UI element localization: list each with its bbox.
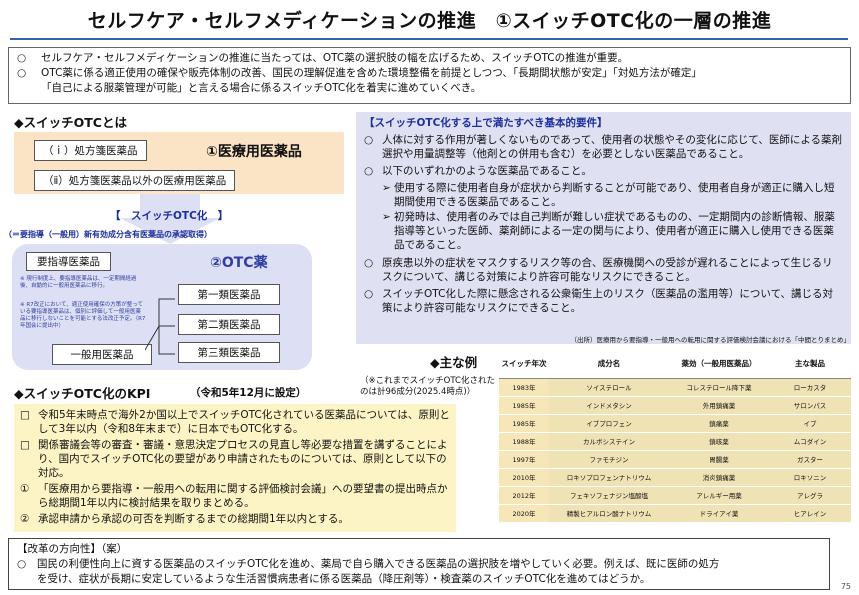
class-3-pill: 第三類医薬品	[178, 342, 280, 363]
class-bracket	[145, 298, 175, 355]
reform-heading: 【改革の方向性】（案）	[17, 543, 128, 555]
guidance-drug-pill: 要指導医薬品	[26, 252, 111, 271]
table-row: 2012年 フェキソフェナジン塩酸塩 アレルギー用薬 アレグラ	[499, 486, 851, 505]
examples-table: スイッチ年次 成分名 薬効（一般用医薬品） 主な製品 1983年 ソイステロールコ…	[499, 350, 851, 523]
table-row: 1988年 カルボシステイン 鎮咳薬 ムコダイン	[499, 432, 851, 451]
title-divider	[10, 38, 848, 40]
col-year: スイッチ年次	[499, 350, 549, 379]
col-ingredient: 成分名	[549, 350, 669, 379]
requirement-1: 人体に対する作用が著しくないものであって、使用者の状態やその変化に応じて、医師に…	[382, 134, 843, 160]
col-product: 主な製品	[769, 350, 851, 379]
switch-otc-arrow-label: 【 スイッチOTC化 】	[110, 210, 229, 222]
page-number: 75	[840, 582, 851, 591]
class-1-pill: 第一類医薬品	[178, 284, 280, 305]
table-row: 1997年 ファモチジン 胃腸薬 ガスター	[499, 450, 851, 469]
kpi-panel: □ 令和5年末時点で海外2か国以上でスイッチOTC化されている医薬品については、原…	[14, 404, 456, 532]
table-row: 2020年 精製ヒアルロン酸ナトリウム ドライアイ薬 ヒアレイン	[499, 504, 851, 523]
table-row: 2010年 ロキソプロフェンナトリウム 消炎鎮痛薬 ロキソニン	[499, 468, 851, 487]
examples-note: （※これまでスイッチOTC化されたのは計96成分(2025.4時点)）	[360, 376, 495, 397]
note-1: ※ 現行制度上、要指導医薬品は、一定期間経過後、自動的に一般用医薬品に移行。	[20, 276, 137, 289]
otc-general-pill: 一般用医薬品	[52, 344, 152, 365]
requirement-2b: 初発時は、使用者のみでは自己判断が難しい症状であるものの、一定期間内の診断情報、…	[394, 211, 835, 251]
requirements-heading: 【スイッチOTC化する上で満たすべき基本的要件】	[364, 117, 608, 129]
requirement-4: スイッチOTC化した際に懸念される公衆衛生上のリスク（医薬品の濫用等）について、…	[382, 288, 834, 314]
requirement-3: 原疾患以外の症状をマスクするリスク等の合、医療機関への受診が遅れることによって生…	[382, 257, 833, 283]
table-row: 1983年 ソイステロール コレステロール降下薬 ローカスタ	[499, 378, 851, 397]
otc-drug-label: ②OTC薬	[210, 255, 268, 271]
kpi-heading-note: （令和5年12月に設定）	[190, 387, 307, 399]
requirements-panel: 【スイッチOTC化する上で満たすべき基本的要件】 ○ 人体に対する作用が著しくない…	[356, 112, 851, 344]
intro-line-2b: 「自己による服薬管理が可能」と言える場合に係るスイッチOTC化を着実に進めていく…	[41, 82, 482, 94]
kpi-2: 関係審議会等の審査・審議・意思決定プロセスの見直し等必要な措置を講ずることにより…	[38, 439, 448, 479]
rx-drug-pill: （ｉ）処方箋医薬品	[34, 140, 147, 161]
examples-heading: ◆主な例	[430, 355, 478, 370]
switch-otc-heading: ◆スイッチOTCとは	[14, 115, 127, 130]
non-rx-drug-pill: （ⅱ）処方箋医薬品以外の医療用医薬品	[34, 170, 236, 191]
source-note: （出所）医療用から要指導・一般用への転用に関する評価検討会議における「中間とりま…	[570, 336, 851, 344]
bullet-mark: ○	[17, 52, 27, 64]
reform-line-2: を受け、症状が長期に安定しているような生活習慣病患者に係る医薬品（降圧剤等）・検…	[37, 573, 651, 585]
col-efficacy: 薬効（一般用医薬品）	[669, 350, 769, 379]
intro-line-2a: OTC薬に係る適正使用の確保や販売体制の改善、国民の理解促進を含めた環境整備を前…	[41, 67, 702, 79]
requirement-2: 以下のいずれかのような医薬品であること。	[382, 165, 592, 177]
reform-line-1: 国民の利便性向上に資する医薬品のスイッチOTC化を進め、薬局で自ら購入できる医薬…	[37, 558, 720, 570]
requirement-2a: 使用する際に使用者自身が症状から判断することが可能であり、使用者自身が適正に購入…	[394, 182, 835, 208]
table-row: 1985年 イブプロフェン 鎮痛薬 イブ	[499, 414, 851, 433]
intro-line-1: セルフケア・セルフメディケーションの推進に当たっては、OTC薬の選択肢の幅を広げ…	[41, 52, 629, 64]
table-row: 1985年 インドメタシン 外用鎮痛薬 サロンパス	[499, 396, 851, 415]
bullet-mark: ○	[17, 67, 27, 79]
bullet-mark: ○	[17, 558, 27, 570]
kpi-heading: ◆スイッチOTC化のKPI	[14, 386, 151, 401]
intro-box: ○ セルフケア・セルフメディケーションの推進に当たっては、OTC薬の選択肢の幅を広…	[8, 47, 851, 104]
switch-otc-arrow-sub: （＝要指導（一般用）新有効成分含有医薬品の承認取得）	[4, 230, 212, 239]
kpi-4: 承認申請から承認の可否を判断するまでの総期間1年以内とする。	[38, 513, 349, 525]
class-2-pill: 第二類医薬品	[178, 314, 280, 335]
medical-drug-panel: （ｉ）処方箋医薬品 （ⅱ）処方箋医薬品以外の医療用医薬品 ①医療用医薬品	[14, 132, 344, 194]
page-title: セルフケア・セルフメディケーションの推進 ①スイッチOTC化の一層の推進	[87, 10, 772, 32]
kpi-1: 令和5年末時点で海外2か国以上でスイッチOTC化されている医薬品については、原則…	[38, 409, 450, 435]
kpi-3: 「医療用から要指導・一般用への転用に関する評価検討会議」への要望書の提出時点から…	[38, 483, 448, 509]
medical-drug-label: ①医療用医薬品	[206, 144, 302, 160]
note-2: ※ R7改正において、適正使用確保の方策が整っている要指導医薬品は、個別に評価し…	[20, 302, 146, 329]
reform-box: 【改革の方向性】（案） ○ 国民の利便性向上に資する医薬品のスイッチOTC化を進め…	[8, 538, 830, 590]
